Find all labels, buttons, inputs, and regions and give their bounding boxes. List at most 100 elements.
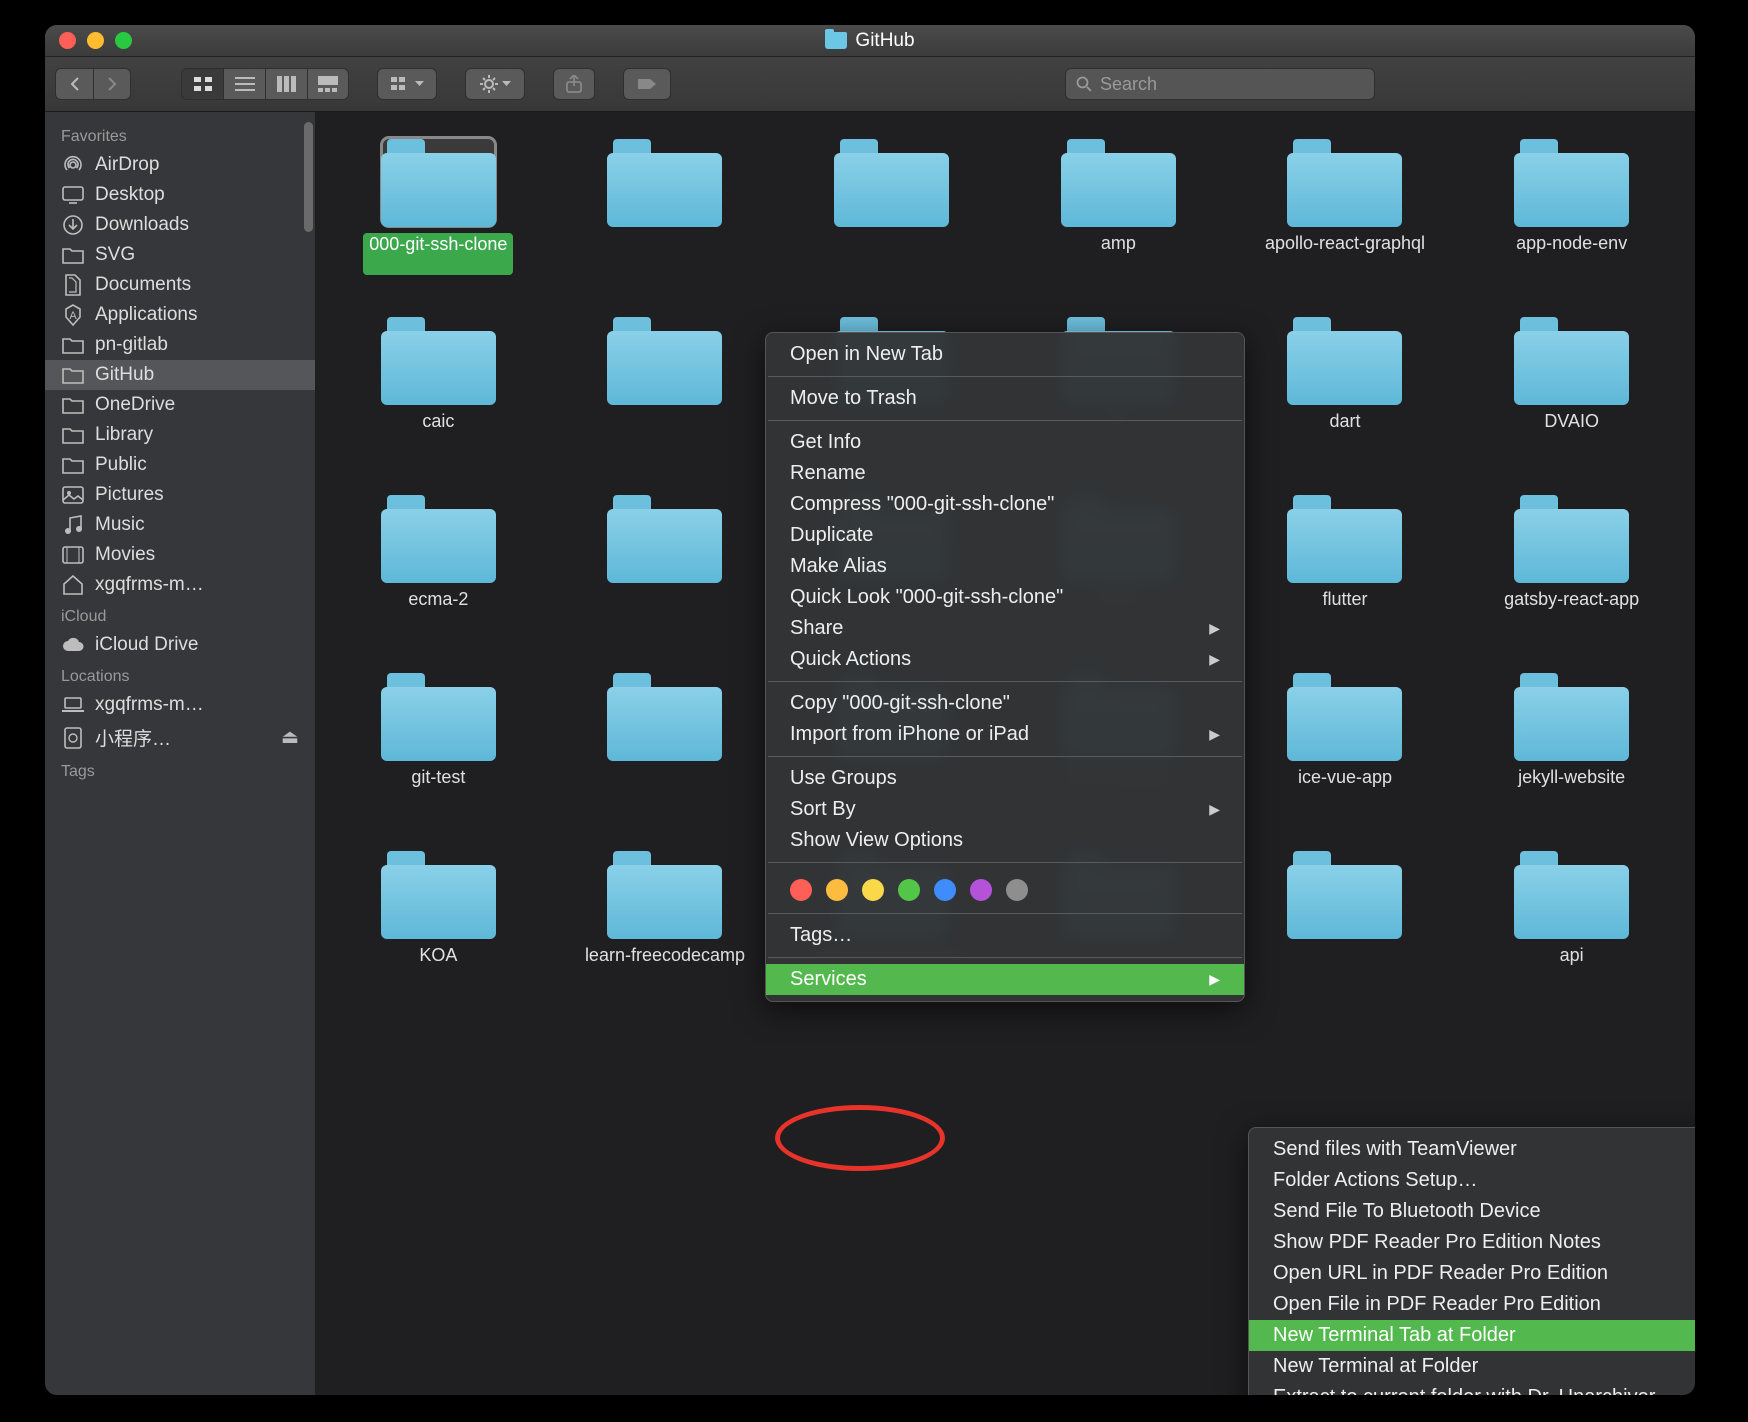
sidebar-item[interactable]: AApplications — [45, 300, 315, 330]
sidebar-item[interactable]: Pictures — [45, 480, 315, 510]
column-view-button[interactable] — [265, 68, 307, 100]
folder-label: dart — [1329, 411, 1360, 453]
folder-item[interactable]: 000-git-ssh-clone — [335, 137, 542, 275]
tag-color[interactable] — [970, 879, 992, 901]
folder-icon — [1514, 849, 1629, 939]
sidebar-item[interactable]: Documents — [45, 270, 315, 300]
eject-icon[interactable]: ⏏ — [281, 726, 299, 749]
folder-item[interactable]: ecma-2 — [335, 493, 542, 631]
folder-item[interactable]: amp — [1015, 137, 1222, 275]
submenu-item[interactable]: Open File in PDF Reader Pro Edition — [1249, 1289, 1695, 1320]
folder-item[interactable]: KOA — [335, 849, 542, 987]
context-menu-item[interactable]: Copy "000-git-ssh-clone" — [766, 688, 1244, 719]
sidebar-item[interactable]: Music — [45, 510, 315, 540]
group-by-button[interactable] — [377, 68, 437, 100]
action-button[interactable] — [465, 68, 525, 100]
sidebar-item[interactable]: pn-gitlab — [45, 330, 315, 360]
search-input[interactable]: Search — [1065, 68, 1375, 100]
sidebar-item[interactable]: GitHub — [45, 360, 315, 390]
sidebar-item[interactable]: SVG — [45, 240, 315, 270]
context-menu-item[interactable]: Open in New Tab — [766, 339, 1244, 370]
context-menu-item[interactable]: Sort By▶ — [766, 794, 1244, 825]
context-menu-item[interactable]: Tags… — [766, 920, 1244, 951]
submenu-item[interactable]: Open URL in PDF Reader Pro Edition — [1249, 1258, 1695, 1289]
music-icon — [61, 515, 85, 535]
sidebar-item[interactable]: Desktop — [45, 180, 315, 210]
context-menu-item[interactable]: Get Info — [766, 427, 1244, 458]
context-menu-item[interactable]: Quick Look "000-git-ssh-clone" — [766, 582, 1244, 613]
context-menu-item[interactable]: Services▶ — [766, 964, 1244, 995]
sidebar-item[interactable]: OneDrive — [45, 390, 315, 420]
share-button[interactable] — [553, 68, 595, 100]
context-menu-item[interactable]: Compress "000-git-ssh-clone" — [766, 489, 1244, 520]
tags-button[interactable] — [623, 68, 671, 100]
folder-item[interactable]: jekyll-website — [1468, 671, 1675, 809]
context-menu-item[interactable]: Duplicate — [766, 520, 1244, 551]
submenu-item[interactable]: New Terminal at Folder — [1249, 1351, 1695, 1382]
forward-button[interactable] — [93, 68, 131, 100]
context-menu-item[interactable]: Share▶ — [766, 613, 1244, 644]
tag-color[interactable] — [898, 879, 920, 901]
tag-color[interactable] — [1006, 879, 1028, 901]
context-menu-item[interactable]: Rename — [766, 458, 1244, 489]
folder-label: flutter — [1322, 589, 1367, 631]
scrollbar[interactable] — [304, 122, 313, 232]
submenu-item[interactable]: Folder Actions Setup… — [1249, 1165, 1695, 1196]
submenu-item[interactable]: New Terminal Tab at Folder — [1249, 1320, 1695, 1351]
folder-label: ecma-2 — [408, 589, 468, 631]
tag-color[interactable] — [826, 879, 848, 901]
sidebar-item[interactable]: 小程序…⏏ — [45, 720, 315, 755]
sidebar-item[interactable]: Downloads — [45, 210, 315, 240]
context-menu-item[interactable]: Show View Options — [766, 825, 1244, 856]
tag-color[interactable] — [862, 879, 884, 901]
folder-item[interactable]: gatsby-react-app — [1468, 493, 1675, 631]
folder-item[interactable]: ice-vue-app — [1242, 671, 1449, 809]
tag-color[interactable] — [934, 879, 956, 901]
folder-item[interactable]: flutter — [1242, 493, 1449, 631]
folder-icon — [61, 335, 85, 355]
context-menu-item[interactable]: Import from iPhone or iPad▶ — [766, 719, 1244, 750]
submenu-item[interactable]: Send files with TeamViewer — [1249, 1134, 1695, 1165]
folder-item[interactable] — [562, 315, 769, 453]
sidebar-section-header: Locations — [45, 660, 315, 690]
context-menu-item[interactable]: Make Alias — [766, 551, 1244, 582]
tag-color[interactable] — [790, 879, 812, 901]
context-menu[interactable]: Open in New Tab Move to Trash Get InfoRena… — [765, 332, 1245, 1002]
folder-item[interactable]: apollo-react-graphql — [1242, 137, 1449, 275]
icon-view-button[interactable] — [181, 68, 223, 100]
folder-item[interactable]: DVAIO — [1468, 315, 1675, 453]
sidebar-item[interactable]: xgqfrms-m… — [45, 690, 315, 720]
back-button[interactable] — [55, 68, 93, 100]
sidebar-item[interactable]: AirDrop — [45, 150, 315, 180]
menu-item-label: Services — [790, 968, 867, 991]
submenu-item[interactable]: Send File To Bluetooth Device — [1249, 1196, 1695, 1227]
folder-item[interactable]: dart — [1242, 315, 1449, 453]
list-view-button[interactable] — [223, 68, 265, 100]
folder-item[interactable] — [788, 137, 995, 275]
sidebar-item[interactable]: xgqfrms-m… — [45, 570, 315, 600]
sidebar-item-label: Public — [95, 454, 147, 476]
folder-item[interactable]: app-node-env — [1468, 137, 1675, 275]
folder-icon — [607, 671, 722, 761]
sidebar-item[interactable]: Library — [45, 420, 315, 450]
submenu-item[interactable]: Extract to current folder with Dr. Unarc… — [1249, 1382, 1695, 1395]
folder-item[interactable] — [562, 493, 769, 631]
services-submenu[interactable]: Send files with TeamViewerFolder Actions… — [1248, 1127, 1695, 1395]
submenu-item[interactable]: Show PDF Reader Pro Edition Notes — [1249, 1227, 1695, 1258]
folder-item[interactable]: git-test — [335, 671, 542, 809]
folder-item[interactable]: learn-freecodecamp — [562, 849, 769, 987]
context-menu-item[interactable]: Quick Actions▶ — [766, 644, 1244, 675]
sidebar-item[interactable]: iCloud Drive — [45, 630, 315, 660]
folder-item[interactable]: api — [1468, 849, 1675, 987]
context-menu-item[interactable]: Use Groups — [766, 763, 1244, 794]
sidebar-item[interactable]: Public — [45, 450, 315, 480]
folder-item[interactable] — [1242, 849, 1449, 987]
folder-item[interactable] — [562, 671, 769, 809]
context-menu-item[interactable]: Move to Trash — [766, 383, 1244, 414]
folder-item[interactable] — [562, 137, 769, 275]
sidebar-item[interactable]: Movies — [45, 540, 315, 570]
folder-item[interactable]: caic — [335, 315, 542, 453]
sidebar-section-header: Tags — [45, 755, 315, 785]
sidebar-item-label: AirDrop — [95, 154, 159, 176]
gallery-view-button[interactable] — [307, 68, 349, 100]
